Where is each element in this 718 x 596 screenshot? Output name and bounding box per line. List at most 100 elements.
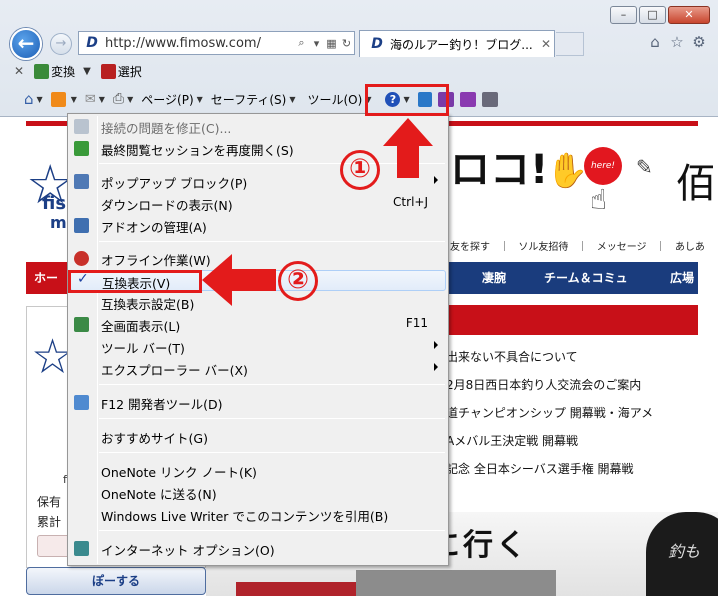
subnav-invite[interactable]: ソル友招待	[518, 242, 568, 253]
onenote-send-icon[interactable]	[459, 91, 476, 107]
page-menu-label: ページ(P)	[141, 92, 194, 107]
menu-item-manage-addons[interactable]: アドオンの管理(A)	[70, 215, 446, 236]
menu-item-label: オフライン作業(W)	[101, 253, 211, 268]
profile-total-label: 累計	[37, 515, 62, 529]
new-tab-button[interactable]	[556, 32, 584, 56]
search-icon[interactable]: ⌕	[294, 36, 309, 50]
convert-button[interactable]: 変換 ▼	[34, 63, 91, 80]
profile-holdings-label: 保有	[37, 495, 62, 509]
close-toolbar-icon[interactable]: ✕	[14, 64, 24, 78]
menu-separator	[99, 384, 445, 385]
news-item[interactable]: 出来ない不具合について	[446, 347, 706, 375]
menu-item-label: ツール バー(T)	[101, 341, 185, 356]
subnav-find-friends[interactable]: 友を探す	[450, 242, 490, 253]
menu-separator	[99, 418, 445, 419]
menu-item-label: 接続の問題を修正(C)...	[101, 121, 232, 136]
here-badge[interactable]: here!	[584, 147, 622, 185]
address-bar[interactable]: D http://www.fimosw.com/ ⌕ ▾ ▦ ↻	[78, 31, 355, 55]
menu-item-label: 最終閲覧セッションを再度開く(S)	[101, 143, 294, 158]
popup-blocker-icon	[74, 174, 89, 189]
select-button[interactable]: 選択	[100, 63, 142, 80]
feeds-button[interactable]: ▼	[50, 91, 77, 107]
menu-item-suggested-sites[interactable]: おすすめサイト(G)	[70, 426, 446, 447]
page-menu[interactable]: ページ(P) ▼	[141, 91, 203, 108]
full-screen-icon	[74, 317, 89, 332]
safety-menu[interactable]: セーフティ(S) ▼	[211, 91, 296, 108]
news-item[interactable]: 記念 全日本シーバス選手権 開幕戦	[446, 459, 706, 487]
research-icon[interactable]	[481, 91, 498, 107]
home-button[interactable]: ⌂ ▼	[24, 90, 43, 108]
settings-gear-icon[interactable]: ⚙	[688, 33, 710, 51]
hand-drawing-icon: ✋	[546, 151, 589, 191]
favorites-star-icon[interactable]: ☆	[666, 33, 688, 51]
menu-item-label: OneNote に送る(N)	[101, 487, 217, 502]
home-dropdown-icon[interactable]: ▼	[37, 95, 43, 104]
browser-tab-active[interactable]: D 海のルアー釣り！ブログ... ✕	[359, 30, 555, 57]
menu-item-onenote-linked-notes[interactable]: OneNote リンク ノート(K)	[70, 460, 446, 481]
menu-item-explorer-bars[interactable]: エクスプローラー バー(X)	[70, 358, 446, 379]
select-icon	[100, 63, 116, 79]
mail-dropdown-icon[interactable]: ▼	[99, 95, 105, 104]
home-icon[interactable]: ⌂	[644, 33, 666, 51]
url-text[interactable]: http://www.fimosw.com/	[105, 36, 294, 51]
submenu-arrow-icon	[434, 341, 438, 349]
mail-button[interactable]: ✉ ▼	[85, 92, 105, 107]
forward-arrow-icon: →	[55, 36, 67, 51]
maximize-button[interactable]: □	[639, 6, 666, 24]
step-1-marker: ①	[340, 150, 380, 190]
subnav-footprints[interactable]: あしあ	[675, 242, 705, 253]
submenu-arrow-icon	[434, 176, 438, 184]
nav-item-expert[interactable]: 凄腕	[482, 262, 506, 294]
nav-item-team[interactable]: チーム＆コミュ	[544, 262, 628, 294]
print-dropdown-icon[interactable]: ▼	[127, 95, 133, 104]
nav-item-square[interactable]: 広場	[670, 262, 694, 294]
tab-favicon-icon: D	[371, 36, 383, 52]
tools-menu-label: ツール(O)	[307, 92, 363, 107]
menu-item-windows-live-writer[interactable]: Windows Live Writer でこのコンテンツを引用(B)	[70, 504, 446, 525]
dropdown-arrow-icon[interactable]: ▾	[309, 37, 324, 50]
menu-item-shortcut: F11	[405, 316, 428, 330]
back-button[interactable]: ←	[10, 28, 42, 60]
work-offline-icon	[74, 251, 89, 266]
scribble-icon: ✎	[636, 155, 653, 179]
step-2-marker: ②	[278, 261, 318, 301]
news-list: 出来ない不具合について 2月8日西日本釣り人交流会のご案内 道チャンピオンシップ…	[446, 347, 706, 487]
refresh-icon[interactable]: ↻	[339, 37, 354, 50]
menu-item-send-to-onenote[interactable]: OneNote に送る(N)	[70, 482, 446, 503]
forward-button[interactable]: →	[50, 33, 72, 55]
safety-dropdown-icon: ▼	[289, 94, 296, 104]
menu-item-full-screen[interactable]: 全画面表示(L) F11	[70, 314, 446, 335]
menu-item-view-downloads[interactable]: ダウンロードの表示(N) Ctrl+J	[70, 193, 446, 214]
subnav-separator: ｜	[577, 242, 588, 253]
select-label: 選択	[117, 64, 142, 79]
convert-icon	[34, 63, 50, 79]
minimize-button[interactable]: –	[610, 6, 637, 24]
feeds-dropdown-icon[interactable]: ▼	[71, 95, 77, 104]
menu-item-label: エクスプローラー バー(X)	[101, 363, 248, 378]
highlight-tools-menu	[365, 84, 449, 116]
tools-menu[interactable]: ツール(O) ▼	[308, 91, 372, 108]
compat-view-icon[interactable]: ▦	[324, 37, 339, 50]
tab-close-icon[interactable]: ✕	[538, 37, 554, 51]
news-item[interactable]: 2月8日西日本釣り人交流会のご案内	[446, 375, 706, 403]
close-window-button[interactable]: ✕	[668, 6, 710, 24]
print-button[interactable]: ⎙ ▼	[113, 91, 133, 107]
nav-home[interactable]: ホー	[26, 262, 70, 294]
menu-item-label: F12 開発者ツール(D)	[101, 397, 223, 412]
news-item[interactable]: 道チャンピオンシップ 開幕戦・海アメ	[446, 403, 706, 431]
browser-chrome: – □ ✕ ← → D http://www.fimosw.com/ ⌕ ▾ ▦…	[0, 0, 718, 116]
subnav-message[interactable]: メッセージ	[597, 242, 647, 253]
mail-icon: ✉	[84, 91, 96, 107]
convert-dropdown-icon[interactable]: ▼	[83, 66, 91, 77]
menu-item-label: ポップアップ ブロック(P)	[101, 176, 248, 191]
menu-item-label: 互換表示設定(B)	[101, 297, 195, 312]
post-button[interactable]: ぽーする	[26, 567, 206, 595]
menu-item-toolbars[interactable]: ツール バー(T)	[70, 336, 446, 357]
rss-icon	[50, 91, 66, 107]
highlight-compatibility-view	[68, 270, 202, 293]
menu-item-label: ダウンロードの表示(N)	[101, 198, 233, 213]
news-item[interactable]: Aメバル王決定戦 開幕戦	[446, 431, 706, 459]
site-logo-text: fis	[42, 193, 67, 214]
menu-item-internet-options[interactable]: インターネット オプション(O)	[70, 538, 446, 559]
menu-item-f12-developer-tools[interactable]: F12 開発者ツール(D)	[70, 392, 446, 413]
